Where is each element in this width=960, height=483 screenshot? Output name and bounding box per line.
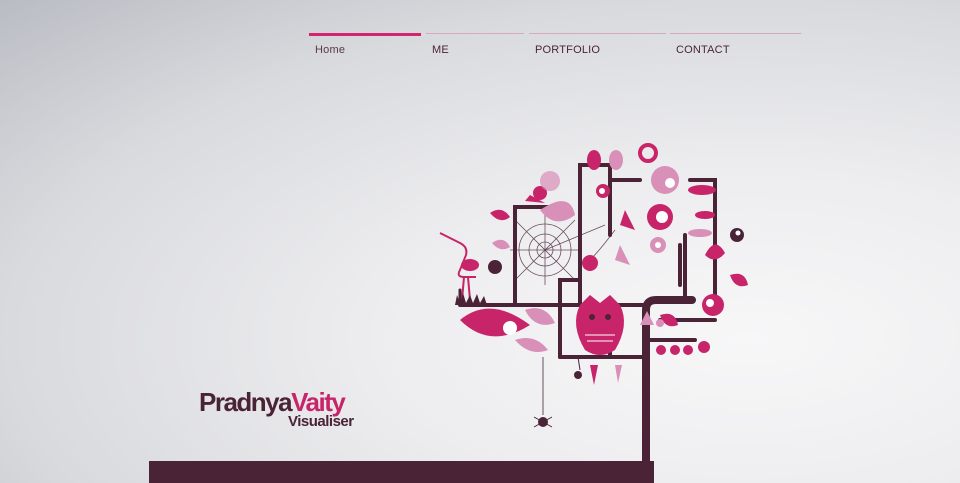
nav-label-home: Home [315,44,346,56]
logo-subtitle: Visualiser [288,413,354,430]
nav-indicator [670,33,801,34]
logo-name: PradnyaVaity [199,387,346,417]
nav-label-contact: CONTACT [676,44,730,56]
nav-item-home[interactable]: Home [309,33,421,63]
nav-indicator [426,33,524,34]
nav-indicator [309,33,421,36]
nav-item-portfolio[interactable]: PORTFOLIO [529,33,666,63]
nav-indicator [529,33,666,34]
nav-item-contact[interactable]: CONTACT [670,33,801,63]
tree-illustration-icon [439,143,748,470]
logo-first-name: Pradnya [199,387,293,417]
nav-label-me: ME [432,44,449,56]
ground-bar [149,461,654,483]
nav-label-portfolio: PORTFOLIO [535,44,601,56]
nav-bar: Home ME PORTFOLIO CONTACT [309,33,801,63]
site-logo[interactable]: PradnyaVaity Visualiser [199,387,354,430]
nav-item-me[interactable]: ME [426,33,524,63]
